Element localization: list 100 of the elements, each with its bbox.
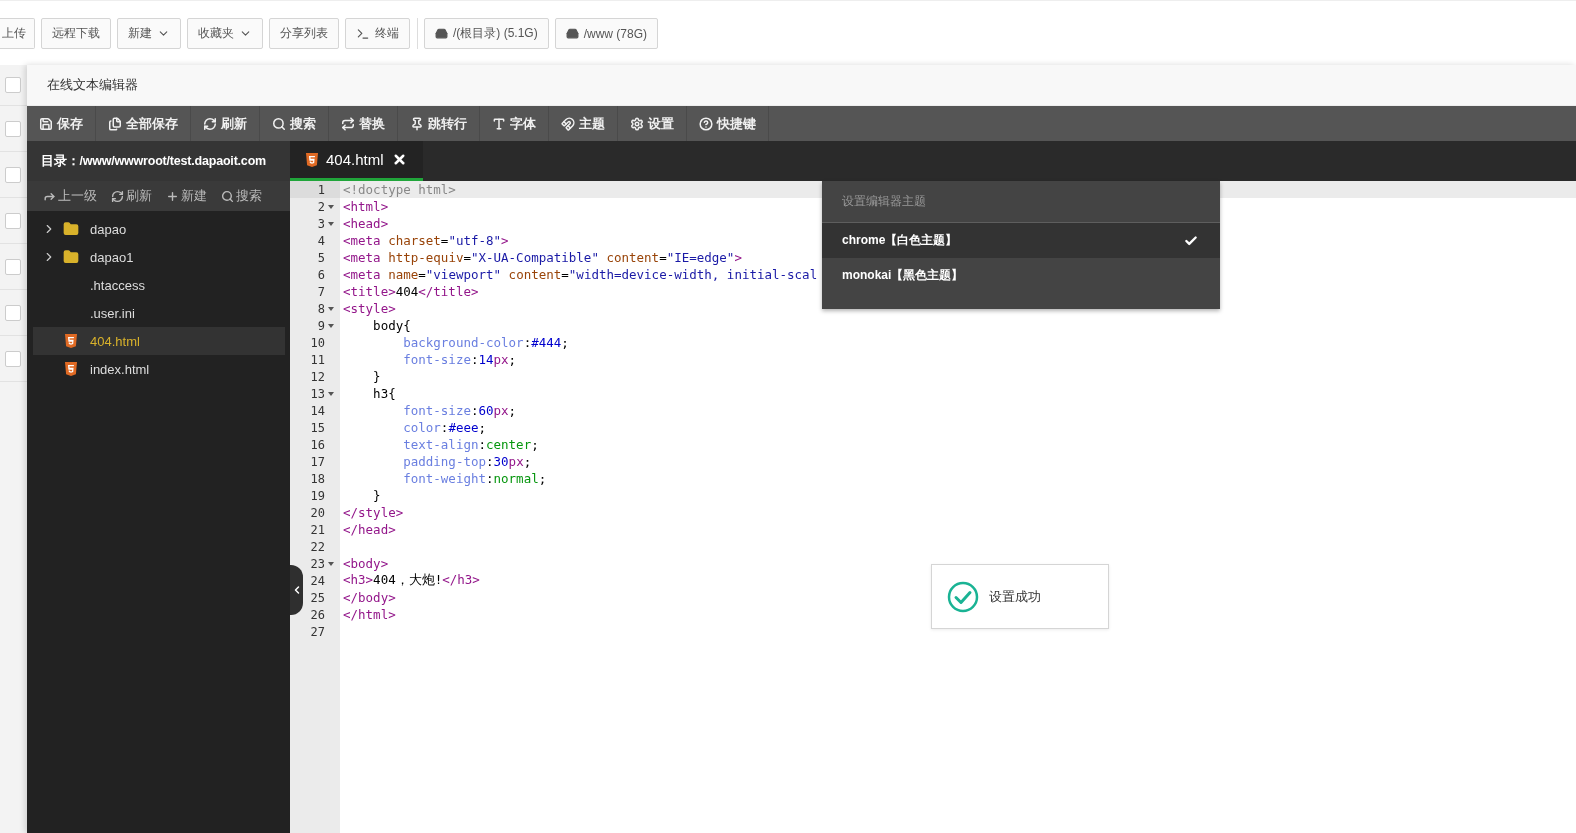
sidebar-action[interactable]: 上一级: [43, 187, 97, 205]
line-number: 5: [317, 250, 325, 265]
toolbar-button[interactable]: 分享列表: [269, 18, 339, 49]
line-number: 6: [317, 267, 325, 282]
menu-title: 设置编辑器主题: [842, 193, 926, 210]
checkbox[interactable]: [5, 166, 21, 183]
line-number: 3: [317, 216, 325, 231]
code-line: <h3>404，大炮!</h3>: [343, 572, 480, 589]
line-number: 24: [310, 573, 325, 588]
line-number: 26: [310, 607, 325, 622]
settings-icon: [630, 116, 644, 131]
collapse-handle[interactable]: [290, 565, 303, 615]
refresh-icon: [111, 189, 124, 203]
line-number: 13: [310, 386, 325, 401]
code-line: </head>: [343, 522, 396, 537]
files-icon: [108, 116, 122, 131]
tree-item[interactable]: dapao: [33, 215, 285, 243]
code-line: <title>404</title>: [343, 284, 479, 299]
code-line: h3{: [372, 386, 396, 401]
tree-item[interactable]: .user.ini: [33, 299, 285, 327]
code-line: }: [372, 369, 381, 384]
html-file-icon: [306, 152, 318, 167]
toolbar-button[interactable]: 终端: [345, 18, 410, 49]
pin-icon: [410, 116, 424, 131]
line-number: 4: [317, 233, 325, 248]
code-line: }: [372, 488, 381, 503]
menu-item[interactable]: chrome【白色主题】: [822, 223, 1220, 258]
line-number: 19: [310, 488, 325, 503]
fold-icon[interactable]: [328, 323, 334, 328]
toolbar-button[interactable]: /(根目录) (5.1G): [424, 18, 549, 49]
line-number: 21: [310, 522, 325, 537]
html-file-icon: [65, 362, 77, 376]
dropdown-button[interactable]: 新建: [117, 18, 181, 49]
line-number: 12: [310, 369, 325, 384]
code-line: color:#eee;: [402, 420, 487, 435]
fold-icon[interactable]: [328, 221, 334, 226]
code-line: padding-top:30px;: [402, 454, 532, 469]
code-line: <meta name="viewport" content="width=device-width, initial-scal: [343, 267, 818, 282]
line-number: 7: [317, 284, 325, 299]
repeat-icon: [341, 116, 355, 131]
dropdown-button[interactable]: 收藏夹: [187, 18, 263, 49]
plus-icon: [166, 189, 179, 203]
line-number: 14: [310, 403, 325, 418]
tree-item[interactable]: dapao1: [33, 243, 285, 271]
code-line: background-color:#444;: [402, 335, 569, 350]
sidebar-action[interactable]: 搜索: [221, 187, 262, 205]
code-line: <body>: [343, 556, 389, 571]
magnet-icon: [561, 116, 575, 131]
checkbox[interactable]: [5, 120, 21, 137]
toolbar-button[interactable]: 远程下载: [41, 18, 111, 49]
fold-icon[interactable]: [328, 306, 334, 311]
code-line: text-align:center;: [402, 437, 539, 452]
line-number: 2: [317, 199, 325, 214]
line-number: 9: [317, 318, 325, 333]
code-line: font-weight:normal;: [402, 471, 547, 486]
fold-icon[interactable]: [328, 561, 334, 566]
toolbar-button[interactable]: /www (78G): [554, 18, 658, 49]
sidebar-action[interactable]: 新建: [166, 187, 207, 205]
checkbox[interactable]: [5, 350, 21, 367]
folder-icon: [63, 221, 79, 237]
checkbox[interactable]: [5, 258, 21, 275]
fold-icon[interactable]: [328, 204, 334, 209]
save-icon: [39, 116, 53, 131]
code-line: body{: [372, 318, 411, 333]
code-line: font-size:60px;: [402, 403, 517, 418]
line-number: 10: [310, 335, 325, 350]
line-number: 1: [317, 182, 325, 197]
code-line: <meta http-equiv="X-UA-Compatible" content="IE=edge">: [343, 250, 742, 265]
tree-item[interactable]: index.html: [33, 355, 285, 383]
help-icon: [699, 116, 713, 131]
checkbox[interactable]: [5, 304, 21, 321]
line-number: 17: [310, 454, 325, 469]
refresh-icon: [203, 116, 217, 131]
window-title: 在线文本编辑器: [47, 76, 138, 94]
code-line: <head>: [343, 216, 389, 231]
search-icon: [272, 116, 286, 131]
check-icon: [1184, 233, 1198, 248]
html-file-icon: [65, 334, 77, 348]
code-line: <style>: [343, 301, 396, 316]
search-icon: [221, 189, 234, 203]
text-icon: [492, 116, 506, 131]
file-tab[interactable]: 404.html: [290, 141, 423, 181]
code-editor[interactable]: [290, 181, 1576, 833]
menu-item[interactable]: monokai【黑色主题】: [822, 258, 1220, 293]
code-line: </html>: [343, 607, 396, 622]
code-line: <!doctype html>: [343, 182, 456, 197]
fold-icon[interactable]: [328, 391, 334, 396]
checkbox[interactable]: [5, 212, 21, 229]
checkbox[interactable]: [5, 77, 21, 93]
toolbar-button[interactable]: 上传: [0, 18, 35, 49]
code-line: <html>: [343, 199, 389, 214]
tree-item[interactable]: .htaccess: [33, 271, 285, 299]
line-number: 22: [310, 539, 325, 554]
terminal-icon: [356, 26, 370, 41]
folder-icon: [63, 249, 79, 265]
line-number: 16: [310, 437, 325, 452]
sidebar-action[interactable]: 刷新: [111, 187, 152, 205]
directory-path: 目录：/www/wwwroot/test.dapaoit.com: [41, 152, 266, 170]
tree-item[interactable]: 404.html: [33, 327, 285, 355]
line-number: 8: [317, 301, 325, 316]
